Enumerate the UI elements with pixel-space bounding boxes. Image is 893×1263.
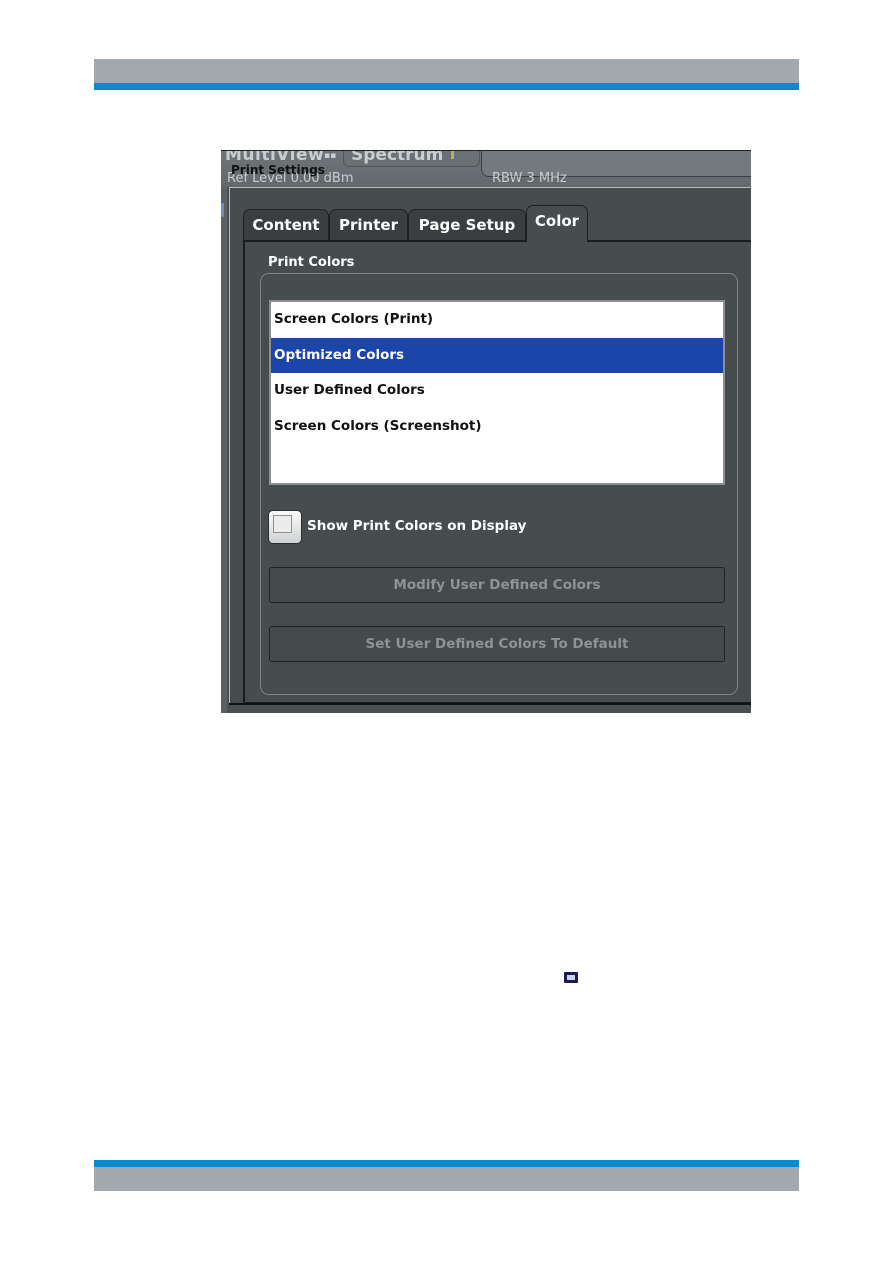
window-glyph	[567, 975, 575, 980]
screenshot-window-icon	[564, 972, 578, 983]
list-item-screen-colors-print[interactable]: Screen Colors (Print)	[271, 302, 723, 338]
show-print-colors-checkbox[interactable]	[269, 511, 301, 543]
spectrum-tab-label: Spectrum	[351, 150, 444, 165]
tab-printer[interactable]: Printer	[329, 209, 408, 240]
modify-user-defined-colors-button[interactable]: Modify User Defined Colors	[269, 567, 725, 603]
dialog-bottom-edge	[229, 703, 751, 705]
tab-page-setup[interactable]: Page Setup	[408, 209, 526, 240]
status-indicator-icon	[451, 151, 454, 159]
footer-blue-rule	[94, 1160, 799, 1167]
screenshot-frame: MultiView ▪▪ Spectrum Ref Level 0.00 dBm…	[221, 150, 751, 713]
list-item-screen-colors-screenshot[interactable]: Screen Colors (Screenshot)	[271, 409, 723, 445]
header-gray-band	[94, 59, 799, 83]
checkbox-box-icon	[273, 515, 292, 533]
print-colors-listbox[interactable]: Screen Colors (Print) Optimized Colors U…	[269, 300, 725, 485]
show-print-colors-row[interactable]: Show Print Colors on Display	[269, 510, 725, 544]
rbw-readout: RBW 3 MHz	[492, 171, 567, 186]
header-blue-rule	[94, 83, 799, 90]
background-left-strip	[221, 187, 227, 713]
list-item-optimized-colors[interactable]: Optimized Colors	[271, 337, 723, 373]
background-left-marker	[221, 203, 224, 217]
multiview-grid-icon: ▪▪	[324, 151, 337, 161]
color-tab-panel: Print Colors Screen Colors (Print) Optim…	[243, 240, 751, 704]
footer-gray-band	[94, 1167, 799, 1191]
page-footer-bar	[94, 1160, 799, 1191]
page-header-bar	[94, 59, 799, 90]
print-colors-group-label: Print Colors	[268, 255, 355, 270]
print-settings-dialog: Content Printer Page Setup Color Print C…	[229, 187, 751, 704]
dialog-title: Print Settings	[231, 163, 325, 177]
tab-color[interactable]: Color	[526, 205, 588, 242]
set-user-defined-colors-default-button[interactable]: Set User Defined Colors To Default	[269, 626, 725, 662]
list-item-user-defined-colors[interactable]: User Defined Colors	[271, 373, 723, 409]
tab-content[interactable]: Content	[243, 209, 329, 240]
show-print-colors-label[interactable]: Show Print Colors on Display	[307, 518, 526, 534]
